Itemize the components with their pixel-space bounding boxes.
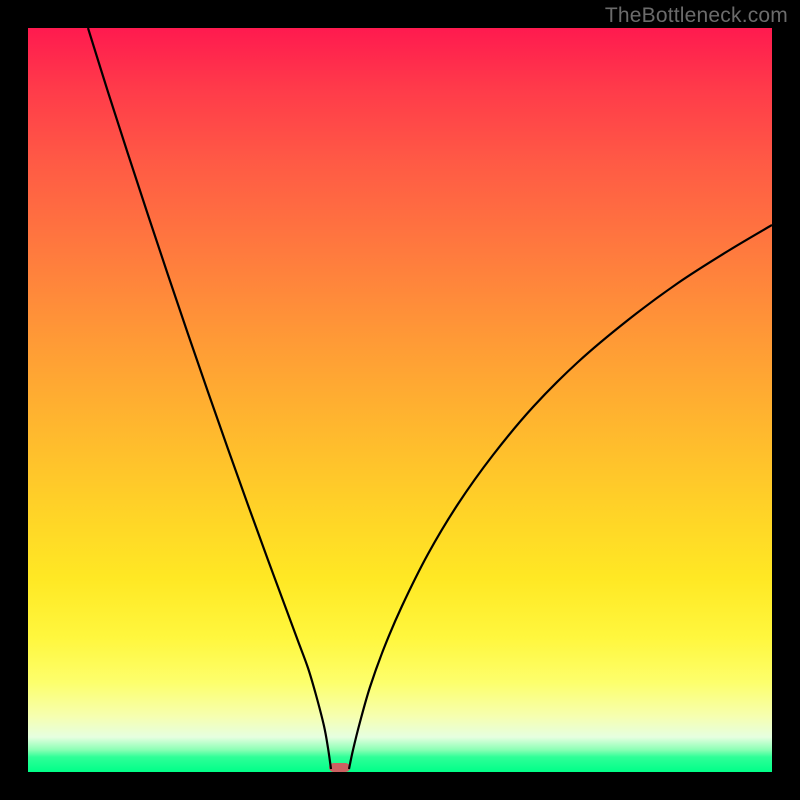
watermark-text: TheBottleneck.com <box>605 4 788 28</box>
left-branch-path <box>88 28 331 769</box>
right-branch-path <box>349 225 772 769</box>
frame: TheBottleneck.com <box>0 0 800 800</box>
curve-svg <box>28 28 772 772</box>
plot-area <box>28 28 772 772</box>
